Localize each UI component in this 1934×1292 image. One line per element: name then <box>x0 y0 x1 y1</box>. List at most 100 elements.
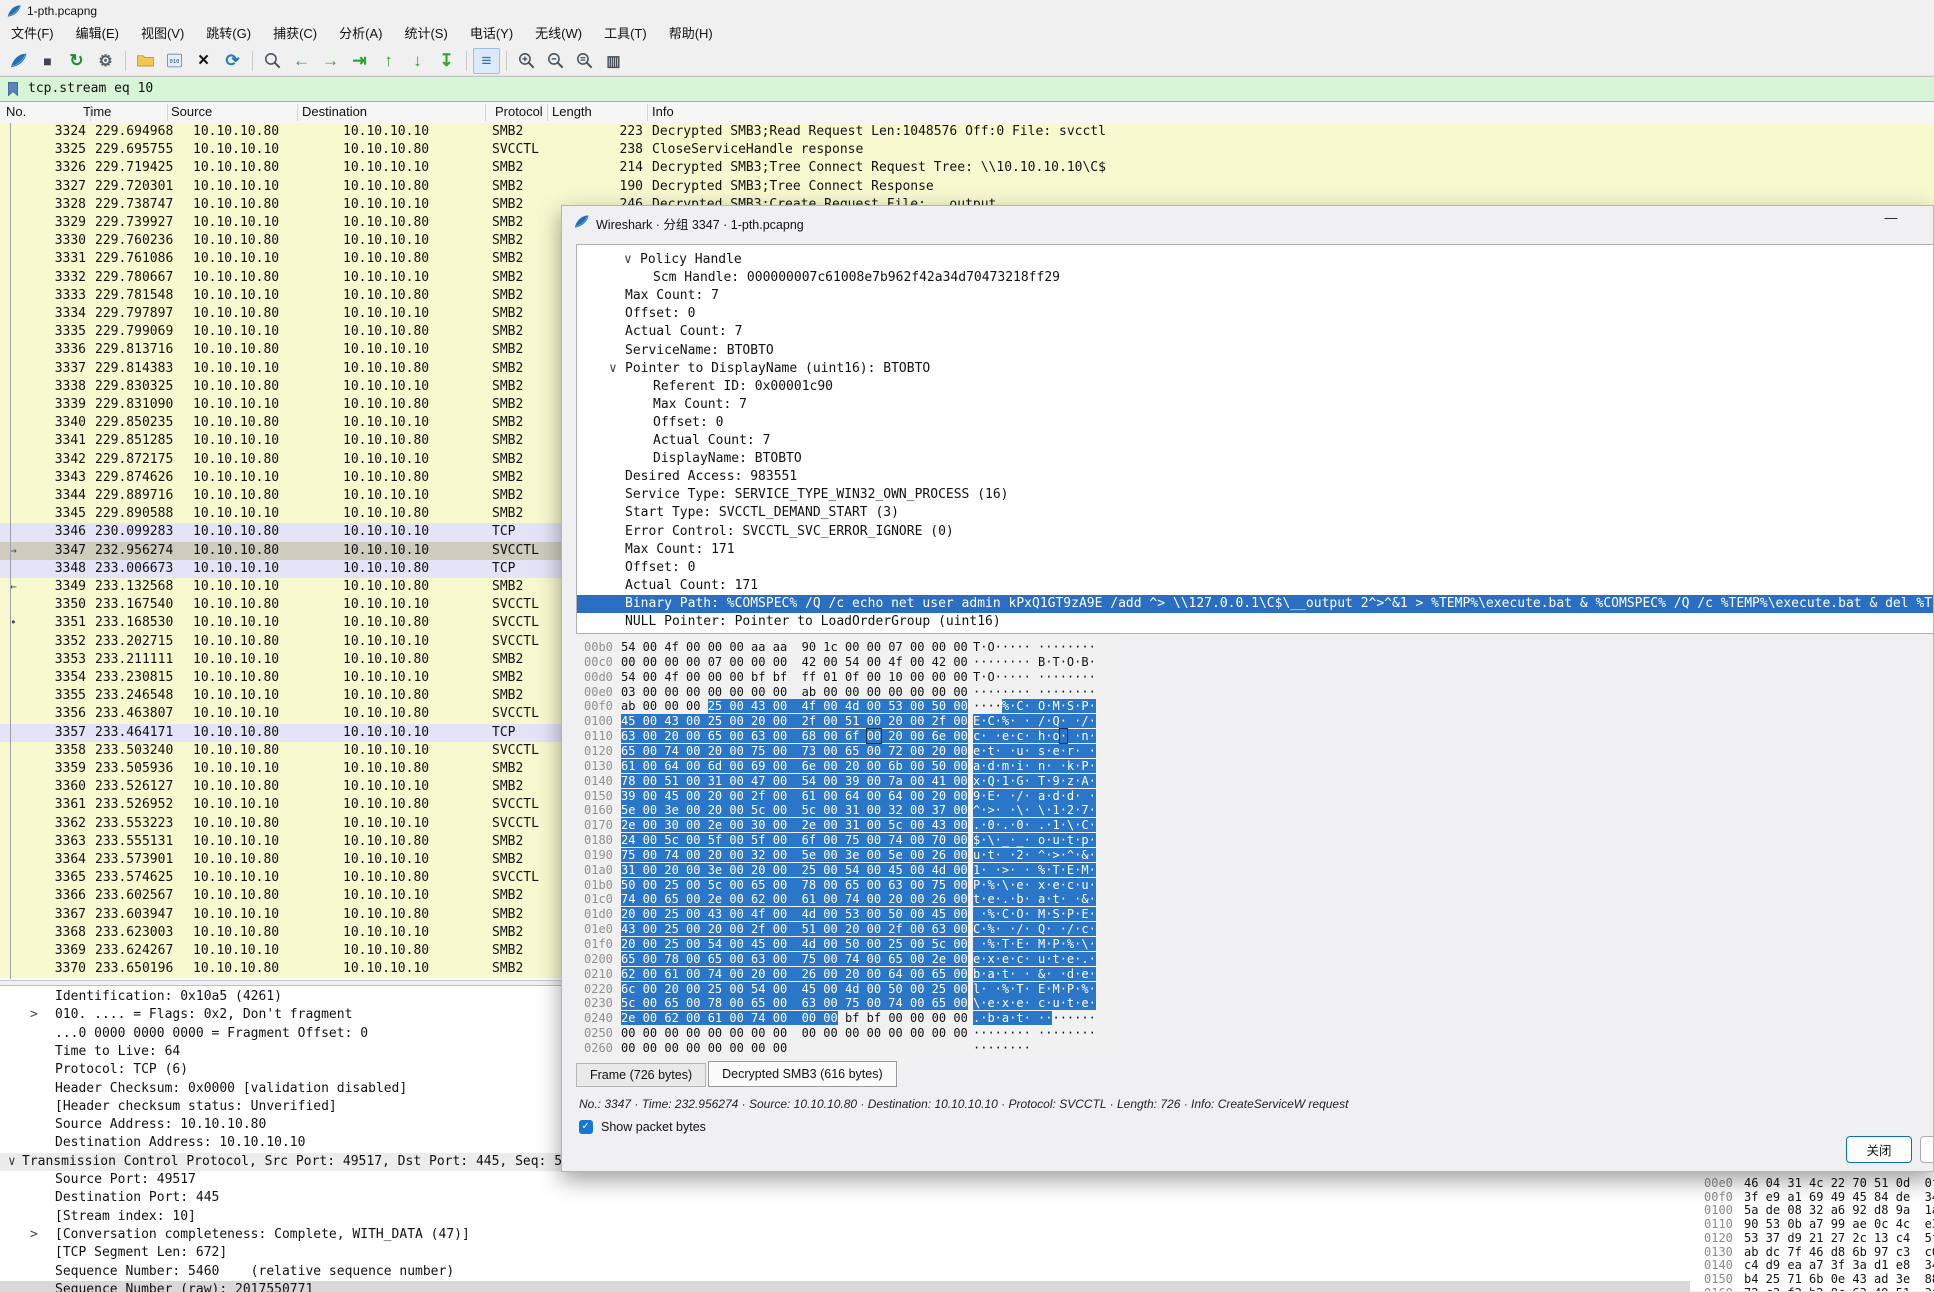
packet-row-3324[interactable]: 3324 229.694968 10.10.10.80 10.10.10.10 SMB2… <box>0 123 1934 142</box>
colorize-icon[interactable]: ≡ <box>473 47 500 74</box>
filter-input[interactable]: tcp.stream eq 10 <box>28 81 153 96</box>
hex-row-0160[interactable]: 0160 5e 00 3e 00 20 00 5c 00 5c 00 31 00 … <box>576 803 1121 818</box>
tree-row[interactable]: Actual Count: 7 <box>577 432 1933 450</box>
hex-row-0150[interactable]: 0150 39 00 45 00 20 00 2f 00 61 00 64 00 … <box>576 788 1121 804</box>
tree-row[interactable]: Max Count: 171 <box>577 541 1933 559</box>
packet-window-hex-view[interactable]: 00b0 54 00 4f 00 00 00 aa aa 90 1c 00 00 … <box>576 638 1121 1062</box>
tree-row[interactable]: Actual Count: 7 <box>577 323 1933 341</box>
hex-row-0100[interactable]: 0100 45 00 43 00 25 00 20 00 2f 00 51 00 … <box>576 714 1121 729</box>
hex-row-0230[interactable]: 0230 5c 00 65 00 78 00 65 00 63 00 75 00 … <box>576 996 1121 1011</box>
menu-item-编辑[interactable]: 编辑(E) <box>65 22 130 46</box>
detail-row[interactable]: Source Port: 49517 <box>0 1171 1690 1189</box>
packet-row-3327[interactable]: 3327 229.720301 10.10.10.10 10.10.10.80 SMB2… <box>0 177 1934 196</box>
tree-row[interactable]: Start Type: SVCCTL_DEMAND_START (3) <box>577 504 1933 522</box>
menu-item-电话[interactable]: 电话(Y) <box>459 22 524 46</box>
col-no[interactable]: No. <box>6 104 26 119</box>
tree-row[interactable]: Binary Path: %COMSPEC% /Q /c echo net us… <box>577 594 1933 613</box>
tree-row[interactable]: Referent ID: 0x00001c90 <box>577 378 1933 396</box>
zoom-reset-icon[interactable] <box>571 48 598 74</box>
menu-item-跳转[interactable]: 跳转(G) <box>195 22 262 46</box>
tree-row[interactable]: Desired Access: 983551 <box>577 468 1933 486</box>
minimize-button[interactable]: — <box>1878 210 1904 232</box>
tree-row[interactable]: Offset: 0 <box>577 305 1933 323</box>
tab-decrypted-smb3[interactable]: Decrypted SMB3 (616 bytes) <box>708 1061 897 1087</box>
menu-item-工具[interactable]: 工具(T) <box>593 22 658 46</box>
hex-row-0220[interactable]: 0220 6c 00 20 00 25 00 54 00 45 00 4d 00 … <box>576 981 1121 997</box>
close-button[interactable]: 关闭 <box>1846 1136 1912 1163</box>
tree-row[interactable]: Actual Count: 171 <box>577 577 1933 595</box>
col-info[interactable]: Info <box>652 104 674 119</box>
hex-row-0210[interactable]: 0210 62 00 61 00 74 00 20 00 26 00 20 00 … <box>576 966 1121 982</box>
detail-row[interactable]: Destination Port: 445 <box>0 1189 1690 1207</box>
hex-row-0260[interactable]: 0260 00 00 00 00 00 00 00 00 ········ <box>576 1041 1121 1056</box>
previous-packet-icon[interactable]: ↑ <box>375 48 402 74</box>
collapse-chevron-icon[interactable]: ∨ <box>609 360 617 378</box>
menu-item-无线[interactable]: 无线(W) <box>524 22 593 46</box>
hex-row-0160[interactable]: 0160 72 c3 f2 b2 8c 63 49 51 3f <box>1690 1286 1934 1291</box>
hex-row-00f0[interactable]: 00f0 3f e9 a1 69 49 45 84 de 34 <box>1690 1190 1934 1204</box>
menu-item-帮助[interactable]: 帮助(H) <box>658 22 724 46</box>
detail-row[interactable]: > [Conversation completeness: Complete, W… <box>0 1226 1690 1244</box>
tree-row[interactable]: Error Control: SVCCTL_SVC_ERROR_IGNORE (… <box>577 523 1933 541</box>
open-file-icon[interactable] <box>132 48 159 74</box>
hex-row-01e0[interactable]: 01e0 43 00 25 00 20 00 2f 00 51 00 20 00 … <box>576 922 1121 937</box>
bookmark-icon[interactable] <box>5 81 21 97</box>
hex-row-0190[interactable]: 0190 75 00 74 00 20 00 32 00 5e 00 3e 00 … <box>576 847 1121 863</box>
tree-row[interactable]: DisplayName: BTOBTO <box>577 450 1933 468</box>
col-time[interactable]: Time <box>83 104 111 119</box>
tree-row[interactable]: ∨ Policy Handle <box>577 251 1933 269</box>
hex-row-0240[interactable]: 0240 2e 00 62 00 61 00 74 00 00 00 bf bf … <box>576 1011 1121 1026</box>
tree-row[interactable]: Max Count: 7 <box>577 396 1933 414</box>
filter-bar[interactable]: tcp.stream eq 10 <box>0 76 1934 102</box>
column-separator[interactable] <box>647 104 648 121</box>
tab-frame[interactable]: Frame (726 bytes) <box>576 1063 707 1087</box>
hex-row-00e0[interactable]: 00e0 03 00 00 00 00 00 00 00 ab 00 00 00 … <box>576 685 1121 700</box>
go-forward-icon[interactable]: → <box>317 48 344 74</box>
packet-list-header[interactable]: No. Time Source Destination Protocol Len… <box>0 102 1934 124</box>
expand-chevron-icon[interactable]: > <box>30 1006 38 1024</box>
expand-chevron-icon[interactable]: > <box>30 1226 38 1244</box>
column-separator[interactable] <box>167 104 168 121</box>
hex-row-01a0[interactable]: 01a0 31 00 20 00 3e 00 20 00 25 00 54 00 … <box>576 862 1121 878</box>
tree-row[interactable]: Max Count: 7 <box>577 287 1933 305</box>
partial-button[interactable] <box>1920 1136 1933 1163</box>
menu-item-捕获[interactable]: 捕获(C) <box>262 22 328 46</box>
detail-row[interactable]: Sequence Number: 5460 (relative sequence… <box>0 1263 1690 1281</box>
menu-item-文件[interactable]: 文件(F) <box>0 22 65 46</box>
main-hex-pane-fragment[interactable]: 00e0 46 04 31 4c 22 70 51 0d 0f 00f0 3f e9 … <box>1690 1172 1934 1291</box>
packet-row-3325[interactable]: 3325 229.695755 10.10.10.10 10.10.10.80 SVCC… <box>0 141 1934 160</box>
hex-row-00e0[interactable]: 00e0 46 04 31 4c 22 70 51 0d 0f <box>1690 1176 1934 1190</box>
tree-row[interactable]: NULL Pointer: Pointer to LoadOrderGroup … <box>577 613 1933 631</box>
hex-row-01c0[interactable]: 01c0 74 00 65 00 2e 00 62 00 61 00 74 00 … <box>576 892 1121 907</box>
hex-row-0120[interactable]: 0120 65 00 74 00 20 00 75 00 73 00 65 00 … <box>576 743 1121 759</box>
hex-row-0110[interactable]: 0110 63 00 20 00 65 00 63 00 68 00 6f 00 … <box>576 728 1121 745</box>
tree-row[interactable]: Offset: 0 <box>577 414 1933 432</box>
tree-row[interactable]: Scm Handle: 000000007c61008e7b962f42a34d… <box>577 269 1933 287</box>
close-file-icon[interactable]: × <box>190 48 217 74</box>
hex-row-0110[interactable]: 0110 90 53 0b a7 99 ae 0c 4c e3 <box>1690 1217 1934 1231</box>
hex-row-0150[interactable]: 0150 b4 25 71 6b 0e 43 ad 3e 88 <box>1690 1272 1934 1286</box>
column-separator[interactable] <box>90 104 91 121</box>
packet-row-3326[interactable]: 3326 229.719425 10.10.10.80 10.10.10.10 SMB2… <box>0 159 1934 178</box>
menu-item-统计[interactable]: 统计(S) <box>393 22 458 46</box>
tree-row[interactable]: Offset: 0 <box>577 559 1933 577</box>
menu-item-分析[interactable]: 分析(A) <box>328 22 393 46</box>
hex-row-0250[interactable]: 0250 00 00 00 00 00 00 00 00 00 00 00 00 … <box>576 1026 1121 1041</box>
menu-item-视图[interactable]: 视图(V) <box>130 22 195 46</box>
go-to-packet-icon[interactable]: ⇥ <box>346 48 373 74</box>
hex-row-01f0[interactable]: 01f0 20 00 25 00 54 00 45 00 4d 00 50 00 … <box>576 937 1121 952</box>
next-packet-icon[interactable]: ↓ <box>404 48 431 74</box>
hex-row-01d0[interactable]: 01d0 20 00 25 00 43 00 4f 00 4d 00 53 00 … <box>576 907 1121 922</box>
col-source[interactable]: Source <box>171 104 212 119</box>
go-back-icon[interactable]: ← <box>288 48 315 74</box>
hex-row-00b0[interactable]: 00b0 54 00 4f 00 00 00 aa aa 90 1c 00 00 … <box>576 640 1121 655</box>
zoom-out-icon[interactable] <box>542 48 569 74</box>
show-packet-bytes-checkbox[interactable] <box>579 1120 593 1134</box>
packet-window-tree[interactable]: ∨ Policy Handle Scm Handle: 000000007c6100… <box>576 244 1933 634</box>
hex-row-0100[interactable]: 0100 5a de 08 32 a6 92 d8 9a 1a <box>1690 1203 1934 1217</box>
hex-row-0170[interactable]: 0170 2e 00 30 00 2e 00 30 00 2e 00 31 00 … <box>576 818 1121 833</box>
hex-row-00f0[interactable]: 00f0 ab 00 00 00 25 00 43 00 4f 00 4d 00 … <box>576 699 1121 714</box>
find-packet-icon[interactable] <box>259 48 286 74</box>
zoom-in-icon[interactable] <box>513 48 540 74</box>
hex-row-0180[interactable]: 0180 24 00 5c 00 5f 00 5f 00 6f 00 75 00 … <box>576 833 1121 848</box>
